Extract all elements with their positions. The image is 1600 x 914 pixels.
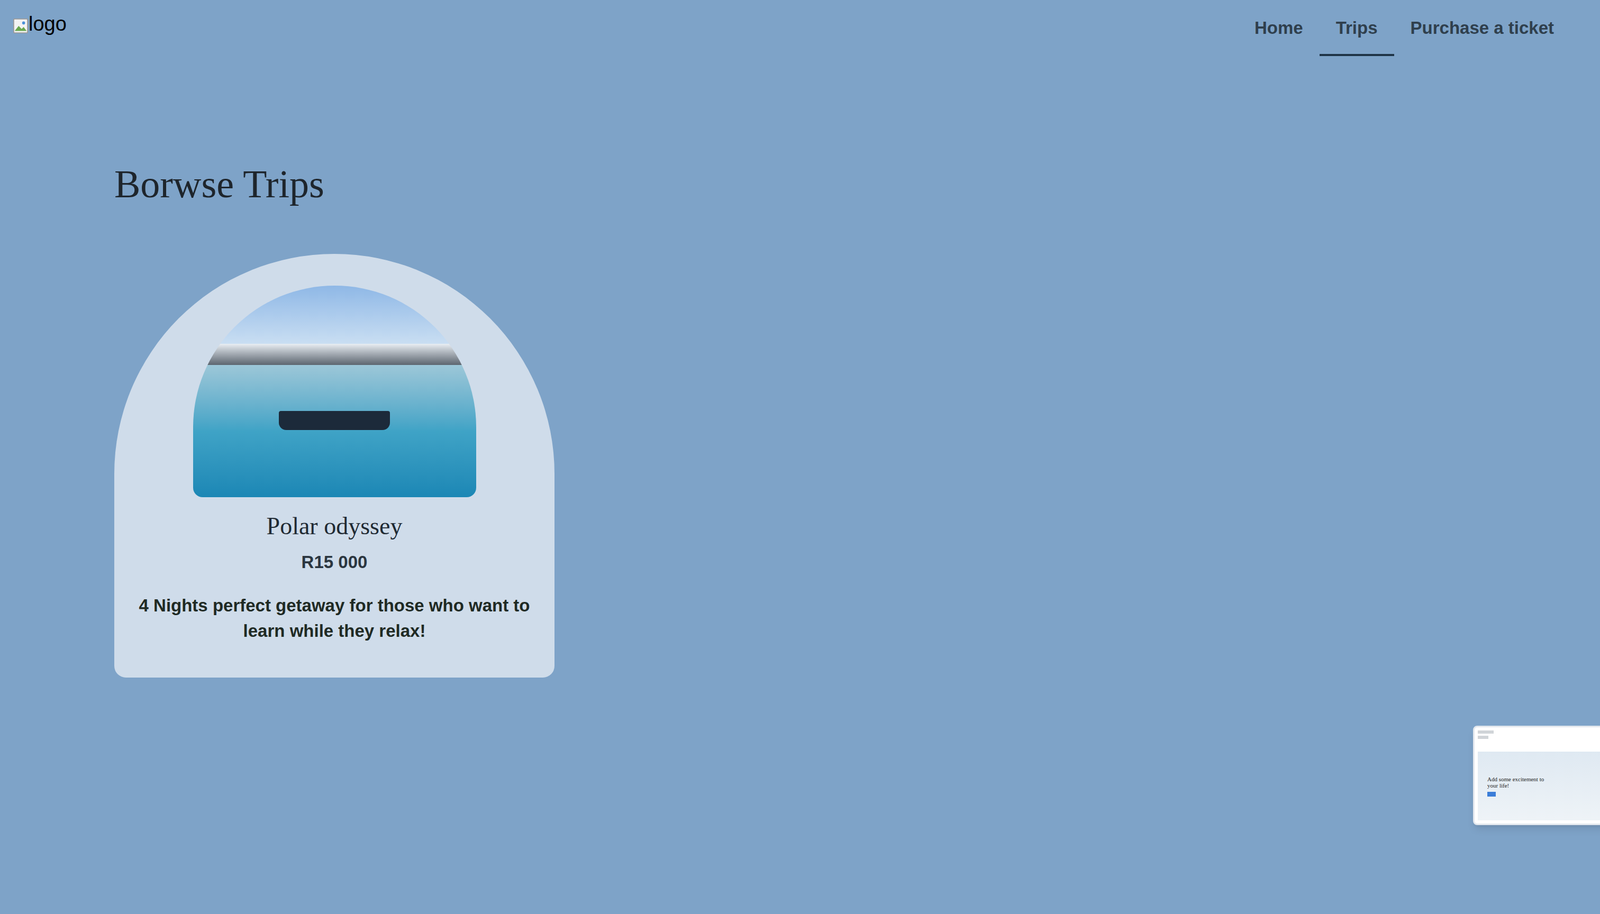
nav-link[interactable]: Home — [1238, 0, 1320, 57]
nav-link[interactable]: Trips — [1319, 0, 1395, 57]
app: logoHomeTripsPurchase a ticketBorwse Tri… — [0, 0, 1600, 914]
trip-price: R15 000 — [301, 549, 368, 576]
trip-description: 4 Nights perfect getaway for those who w… — [133, 593, 536, 644]
nav: HomeTripsPurchase a ticket — [1238, 0, 1571, 57]
broken-image-icon — [12, 17, 29, 34]
trip-card[interactable]: Polar odyssey R15 000 4 Nights perfect get… — [114, 253, 555, 678]
main: Borwse Trips Polar odyssey R15 000 4 Nights… — [0, 56, 1600, 679]
trip-image — [193, 285, 477, 498]
screenshot-preview[interactable]: Add some excitement to your life! — [1473, 725, 1600, 826]
preview-headline: Add some excitement to your life! — [1487, 776, 1557, 789]
page-title: Borwse Trips — [114, 159, 1600, 209]
header: logo HomeTripsPurchase a ticket — [0, 0, 1600, 57]
nav-link[interactable]: Purchase a ticket — [1394, 0, 1571, 57]
preview-button — [1487, 792, 1496, 797]
trip-name: Polar odyssey — [266, 511, 403, 542]
logo[interactable]: logo — [12, 0, 67, 34]
trip-list: Polar odyssey R15 000 4 Nights perfect get… — [114, 253, 1600, 678]
